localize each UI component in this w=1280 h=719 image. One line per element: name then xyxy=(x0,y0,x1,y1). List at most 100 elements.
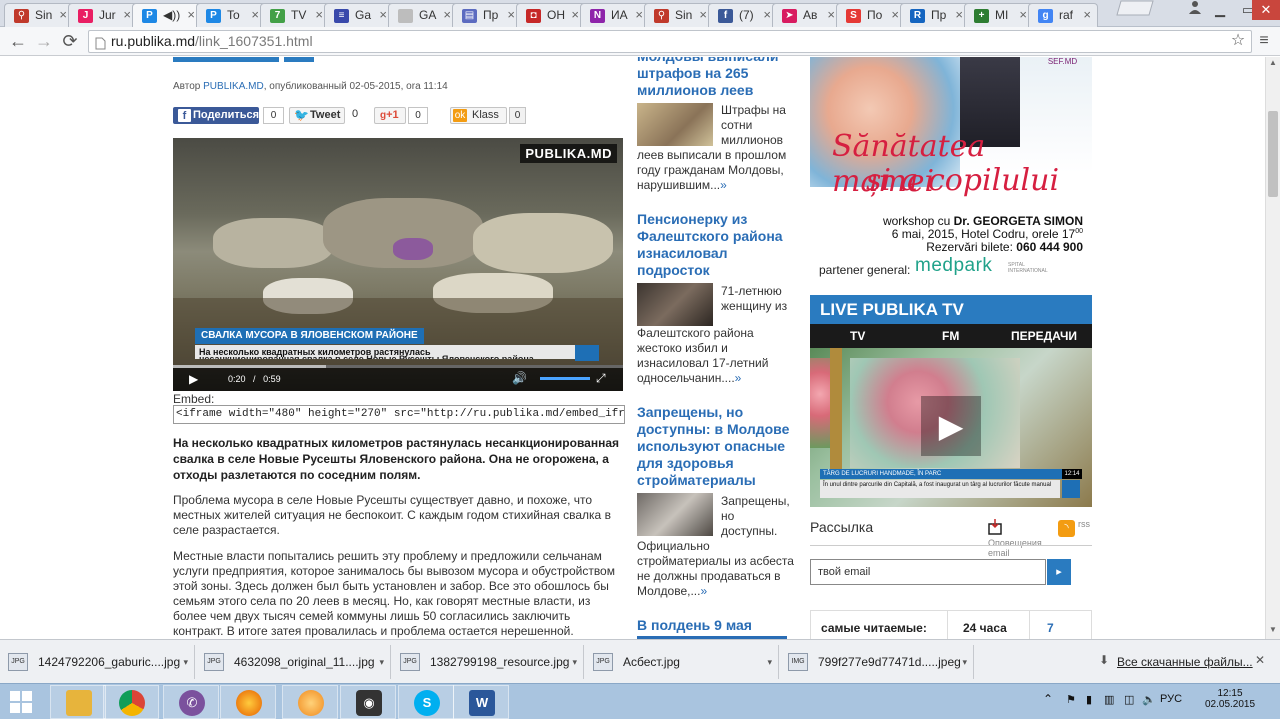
news-item-title-0[interactable]: Молдовы выписали штрафов на 265 миллионо… xyxy=(637,57,797,99)
odnoklassniki-button[interactable]: ok Klass xyxy=(450,107,507,124)
browser-tab[interactable]: ≡ Ga × xyxy=(324,3,394,27)
tab-close-icon[interactable]: × xyxy=(251,7,259,22)
tweet-button[interactable]: 🐦 Tweet xyxy=(289,107,345,124)
browser-tab[interactable]: J Jur × xyxy=(68,3,138,27)
most-read-tab-7[interactable]: 7 xyxy=(1047,621,1054,635)
ad-banner[interactable]: SEF.MD Sănătatea mamei și a copilului wo… xyxy=(810,57,1092,289)
tab-close-icon[interactable]: × xyxy=(571,7,579,22)
taskbar-app-orange[interactable] xyxy=(282,685,338,719)
play-icon[interactable]: ▶ xyxy=(189,372,198,386)
address-bar[interactable]: ru.publika.md/link_1607351.html xyxy=(88,30,1252,53)
newsletter-email-input[interactable]: твой email xyxy=(810,559,1046,585)
browser-tab[interactable]: g raf × xyxy=(1028,3,1098,27)
news-item-title-2[interactable]: Запрещены, но доступны: в Молдове исполь… xyxy=(637,404,797,489)
browser-tab[interactable]: GA × xyxy=(388,3,458,27)
tab-close-icon[interactable]: × xyxy=(123,7,131,22)
tab-close-icon[interactable]: × xyxy=(891,7,899,22)
scrollbar-thumb[interactable] xyxy=(1268,111,1278,197)
bookmark-star-icon[interactable]: ☆ xyxy=(1226,30,1250,52)
rss-label[interactable]: rss xyxy=(1078,519,1090,529)
video-player[interactable]: PUBLIKA.MD СВАЛКА МУСОРА В ЯЛОВЕНСКОМ РА… xyxy=(173,138,623,391)
chevron-down-icon[interactable]: ▾ xyxy=(962,645,967,679)
browser-tab[interactable]: P To × xyxy=(196,3,266,27)
tab-close-icon[interactable]: × xyxy=(635,7,643,22)
browser-tab[interactable]: ➤ Ав × xyxy=(772,3,842,27)
author-link[interactable]: PUBLIKA.MD xyxy=(203,81,264,92)
email-notify-label[interactable]: Оповещения email xyxy=(988,538,1048,558)
chevron-down-icon[interactable]: ▾ xyxy=(183,645,188,679)
facebook-share-button[interactable]: f Поделиться xyxy=(173,107,259,124)
scroll-down-icon[interactable]: ▼ xyxy=(1269,625,1277,634)
tab-close-icon[interactable]: × xyxy=(763,7,771,22)
browser-tab[interactable]: ⚲ Sin × xyxy=(644,3,714,27)
browser-tab[interactable]: R Пр × xyxy=(900,3,970,27)
live-stream-video[interactable]: ▶ TÂRG DE LUCRURI HANDMADE, ÎN PARC În u… xyxy=(810,348,1092,507)
top-button-remnant[interactable] xyxy=(173,57,279,62)
download-item[interactable]: JPG 4632098_original_11....jpg ▾ xyxy=(196,645,391,679)
news-item-title-1[interactable]: Пенсионерку из Фалештского района изнаси… xyxy=(637,211,797,279)
news-thumb-1[interactable] xyxy=(637,283,713,326)
live-tab-shows[interactable]: ПЕРЕДАЧИ xyxy=(1011,329,1077,343)
tab-close-icon[interactable]: × xyxy=(1083,7,1091,22)
tray-expand-icon[interactable]: ⌃ xyxy=(1043,692,1053,706)
most-read-tab-24h[interactable]: 24 часа xyxy=(963,621,1007,635)
volume-icon[interactable]: 🔈 xyxy=(1142,693,1156,706)
more-link[interactable]: » xyxy=(735,371,742,385)
browser-tab[interactable]: S По × xyxy=(836,3,906,27)
close-shelf-icon[interactable]: ✕ xyxy=(1255,653,1265,667)
browser-tab[interactable]: + МІ × xyxy=(964,3,1034,27)
chevron-down-icon[interactable]: ▾ xyxy=(572,645,577,679)
download-item[interactable]: JPG Асбест.jpg ▾ xyxy=(585,645,779,679)
taskbar-skype[interactable]: S xyxy=(398,685,454,719)
taskbar-chrome[interactable] xyxy=(103,685,159,719)
tab-close-icon[interactable]: × xyxy=(699,7,707,22)
tab-close-icon[interactable]: × xyxy=(1019,7,1027,22)
email-notify-icon[interactable] xyxy=(988,519,1002,535)
menu-icon[interactable]: ≡ xyxy=(1252,30,1276,52)
taskbar-firefox[interactable] xyxy=(220,685,276,719)
download-item[interactable]: JPG 1424792206_gaburic....jpg ▾ xyxy=(0,645,195,679)
top-button-remnant-2[interactable] xyxy=(284,57,314,62)
page-scrollbar[interactable]: ▲ ▼ xyxy=(1265,57,1280,639)
taskbar-word[interactable]: W xyxy=(453,685,509,719)
flag-icon[interactable]: ⚑ xyxy=(1066,693,1076,706)
language-indicator[interactable]: РУС xyxy=(1160,693,1182,705)
chevron-down-icon[interactable]: ▾ xyxy=(379,645,384,679)
news-item-title-3[interactable]: В полдень 9 мая xyxy=(637,617,797,634)
chevron-down-icon[interactable]: ▾ xyxy=(767,645,772,679)
browser-tab[interactable]: ◘ ОН × xyxy=(516,3,586,27)
volume-icon[interactable]: 🔊 xyxy=(512,371,527,385)
scroll-up-icon[interactable]: ▲ xyxy=(1269,58,1277,67)
more-link[interactable]: » xyxy=(720,178,727,192)
tab-close-icon[interactable]: × xyxy=(507,7,515,22)
browser-tab[interactable]: ▤ Пр × xyxy=(452,3,522,27)
fullscreen-icon[interactable]: ⤢ xyxy=(596,371,606,386)
tab-close-icon[interactable]: × xyxy=(827,7,835,22)
newsletter-submit-button[interactable]: ▸ xyxy=(1047,559,1071,585)
tab-close-icon[interactable]: × xyxy=(955,7,963,22)
rss-icon[interactable]: ◝ xyxy=(1058,520,1075,537)
battery-icon[interactable]: ▮ xyxy=(1086,693,1092,706)
taskbar-viber[interactable]: ✆ xyxy=(163,685,219,719)
tab-close-icon[interactable]: × xyxy=(187,7,195,22)
clock[interactable]: 12:15 02.05.2015 xyxy=(1205,688,1255,710)
browser-tab[interactable]: ⚲ Sin × xyxy=(4,3,74,27)
browser-tab[interactable]: P ◀)) × xyxy=(132,3,202,28)
tab-close-icon[interactable]: × xyxy=(379,7,387,22)
embed-code-field[interactable]: <iframe width="480" height="270" src="ht… xyxy=(173,405,625,424)
close-window-button[interactable]: ✕ xyxy=(1252,0,1280,20)
live-tab-tv[interactable]: TV xyxy=(850,329,865,343)
network-icon[interactable]: ▥ xyxy=(1104,693,1114,706)
tab-close-icon[interactable]: × xyxy=(443,7,451,22)
live-tab-fm[interactable]: FM xyxy=(942,329,959,343)
browser-tab[interactable]: 7 TV × xyxy=(260,3,330,27)
download-item[interactable]: JPG 1382799198_resource.jpg ▾ xyxy=(392,645,584,679)
play-icon[interactable]: ▶ xyxy=(921,396,981,456)
news-thumb-0[interactable] xyxy=(637,103,713,146)
tab-close-icon[interactable]: × xyxy=(59,7,67,22)
back-button[interactable]: ← xyxy=(6,30,30,52)
reload-button[interactable]: ⟳ xyxy=(58,30,82,52)
volume-slider[interactable] xyxy=(540,377,590,380)
video-progress-track[interactable] xyxy=(173,365,623,368)
more-link[interactable]: » xyxy=(700,584,707,598)
